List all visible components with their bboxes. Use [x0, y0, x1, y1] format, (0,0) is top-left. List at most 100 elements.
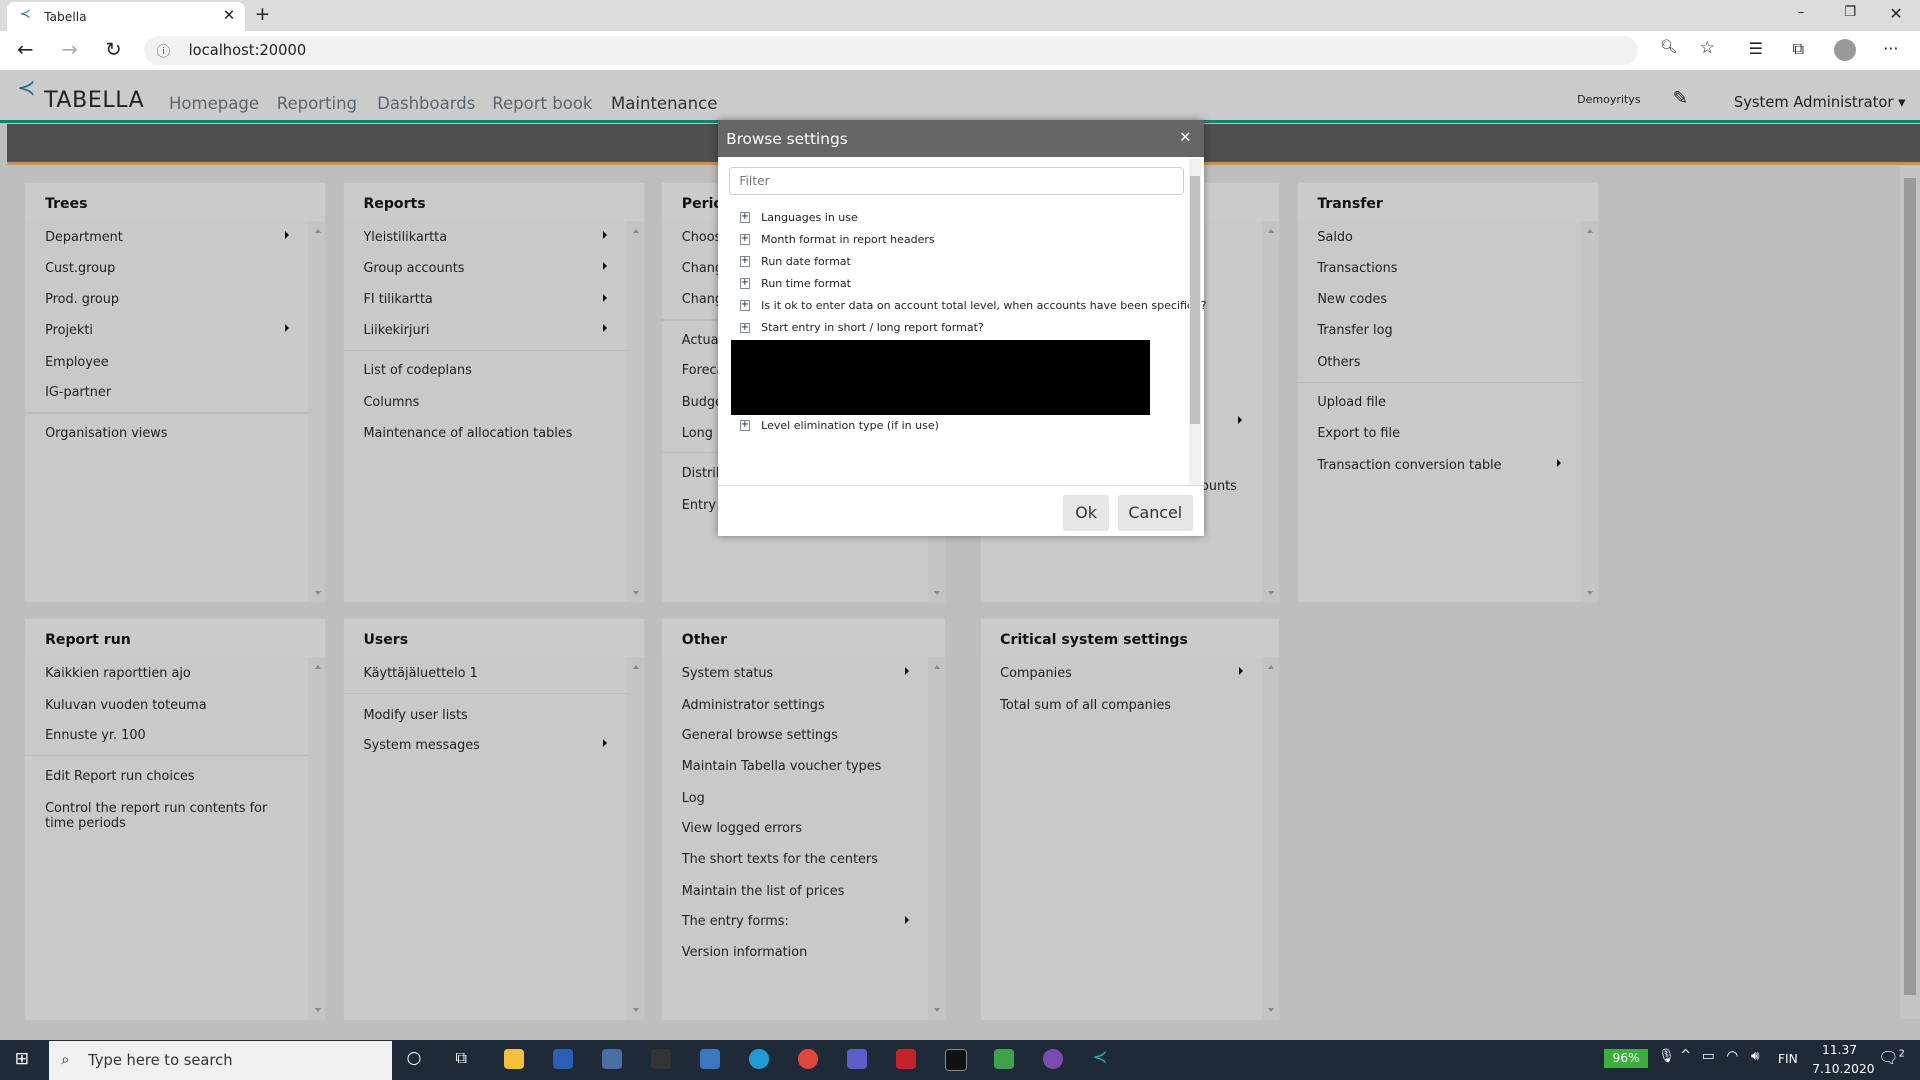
setting-option[interactable]: + Is it ok to enter data on account total… [739, 299, 1207, 312]
teams-icon[interactable] [847, 1049, 867, 1069]
filter-input[interactable] [728, 166, 1184, 196]
logo[interactable]: TABELLA [44, 88, 144, 113]
menu-item[interactable]: View logged errors [682, 821, 802, 836]
new-tab-icon[interactable]: + [255, 4, 270, 25]
menu-item[interactable]: Projekti [45, 323, 93, 338]
menu-item[interactable]: List of codeplans [363, 363, 471, 378]
page-scrollbar[interactable] [1900, 165, 1920, 1019]
menu-item[interactable]: Prod. group [45, 292, 119, 307]
expand-plus-icon[interactable]: + [739, 234, 751, 245]
dialog-scrollbar-thumb[interactable] [1190, 176, 1200, 424]
menu-item[interactable]: Modify user lists [363, 708, 467, 723]
forward-icon[interactable]: → [61, 38, 77, 61]
app-icon[interactable] [602, 1049, 623, 1069]
panel-scrollbar[interactable] [927, 657, 946, 1020]
back-icon[interactable]: ← [17, 38, 33, 61]
menu-item[interactable]: FI tilikartta [363, 292, 432, 307]
nav-homepage[interactable]: Homepage [169, 94, 259, 113]
menu-item[interactable]: Entry [682, 498, 716, 513]
panel-scrollbar[interactable] [626, 657, 644, 1020]
menu-item[interactable]: Ennuste yr. 100 [45, 728, 146, 743]
url-bar[interactable]: ⓘ localhost:20000 [144, 35, 1639, 65]
more-icon[interactable]: ··· [1883, 39, 1898, 58]
menu-item[interactable]: Log [682, 791, 705, 806]
menu-item[interactable]: Kaikkien raporttien ajo [45, 666, 191, 681]
battery-level[interactable]: 96% [1604, 1049, 1649, 1068]
menu-item[interactable]: Total sum of all companies [1000, 698, 1171, 713]
setting-option[interactable]: + Start entry in short / long report form… [739, 321, 984, 334]
user-menu[interactable]: System Administrator ▾ [1734, 94, 1906, 111]
battery-icon[interactable]: ▭ [1702, 1049, 1715, 1064]
panel-scrollbar[interactable] [626, 221, 644, 603]
tabella-taskbar-icon[interactable]: ≺ [1092, 1047, 1107, 1068]
expand-plus-icon[interactable]: + [739, 322, 751, 334]
panel-scrollbar[interactable] [1262, 221, 1280, 603]
expand-plus-icon[interactable]: + [739, 420, 751, 432]
app-icon[interactable] [1043, 1049, 1063, 1069]
menu-item[interactable]: New codes [1317, 292, 1387, 307]
zoom-icon[interactable]: 🔍︎ [1660, 40, 1677, 55]
close-window-icon[interactable]: ✕ [1889, 4, 1902, 23]
menu-item[interactable]: Liikekirjuri [363, 323, 429, 338]
wifi-icon[interactable]: ◠ [1727, 1049, 1739, 1064]
menu-item[interactable]: Kuluvan vuoden toteuma [45, 698, 207, 713]
expand-plus-icon[interactable]: + [739, 278, 751, 290]
favorite-star-icon[interactable]: ☆ [1700, 38, 1715, 58]
edge-icon[interactable] [749, 1049, 769, 1069]
menu-item[interactable]: The entry forms: [682, 914, 789, 929]
menu-item[interactable]: Maintenance of allocation tables [363, 426, 572, 441]
page-scrollbar-thumb[interactable] [1904, 177, 1917, 996]
setting-option[interactable]: + Month format in report headers [739, 233, 935, 246]
collections-icon[interactable]: ⧉ [1793, 39, 1804, 59]
menu-item[interactable]: System status [682, 666, 773, 681]
notepad-icon[interactable] [700, 1049, 720, 1069]
menu-item[interactable]: ounts [1201, 479, 1237, 494]
file-explorer-icon[interactable] [504, 1049, 525, 1069]
menu-item[interactable]: Group accounts [363, 261, 464, 276]
menu-item[interactable]: Saldo [1317, 230, 1353, 245]
menu-item[interactable]: System messages [363, 738, 479, 753]
expand-plus-icon[interactable]: + [739, 300, 751, 312]
setting-option[interactable]: + Run date format [739, 255, 851, 268]
nav-dashboards[interactable]: Dashboards [377, 94, 475, 113]
app-icon[interactable] [896, 1049, 916, 1069]
setting-option[interactable]: + Level elimination type (if in use) [739, 419, 939, 432]
taskbar-search[interactable]: ⌕ Type here to search [48, 1040, 392, 1080]
clock-time[interactable]: 11.37 [1822, 1043, 1857, 1057]
menu-item[interactable]: Control the report run contents for time… [45, 801, 290, 831]
menu-item[interactable]: Employee [45, 355, 109, 370]
microphone-icon[interactable]: 🎙︎ [1658, 1049, 1675, 1064]
cortana-icon[interactable]: ○ [407, 1048, 422, 1068]
close-tab-icon[interactable]: ✕ [223, 7, 235, 24]
menu-item[interactable]: Version information [682, 945, 807, 960]
restore-icon[interactable]: ❐ [1844, 5, 1856, 20]
menu-item[interactable]: Transactions [1317, 261, 1397, 276]
notifications-icon[interactable]: 🗨︎2 [1878, 1048, 1904, 1067]
windows-start-icon[interactable]: ⊞ [15, 1049, 29, 1069]
nav-reporting[interactable]: Reporting [277, 94, 357, 113]
menu-item[interactable]: IG-partner [45, 385, 111, 400]
word-icon[interactable] [553, 1049, 574, 1069]
setting-option[interactable]: + Languages in use [739, 211, 858, 224]
dialog-scrollbar[interactable] [1188, 159, 1202, 485]
chrome-icon[interactable] [798, 1049, 818, 1069]
cancel-button[interactable]: Cancel [1117, 494, 1193, 532]
app-icon[interactable] [994, 1049, 1014, 1069]
menu-item[interactable]: Käyttäjäluettelo 1 [363, 666, 477, 681]
panel-scrollbar[interactable] [1580, 221, 1598, 603]
company-name[interactable]: Demoyritys [1577, 93, 1640, 106]
menu-item[interactable]: Actual [682, 333, 722, 348]
nav-maintenance[interactable]: Maintenance [611, 94, 717, 113]
close-dialog-icon[interactable]: ✕ [1179, 129, 1191, 146]
menu-item[interactable]: Export to file [1317, 426, 1400, 441]
ok-button[interactable]: Ok [1062, 494, 1110, 532]
menu-item[interactable]: Transfer log [1317, 323, 1392, 338]
setting-option[interactable]: + Run time format [739, 277, 851, 290]
menu-item[interactable]: Columns [363, 395, 419, 410]
chevron-up-icon[interactable]: ^ [1680, 1048, 1691, 1063]
menu-item[interactable]: Yleistilikartta [363, 230, 447, 245]
panel-scrollbar[interactable] [1262, 657, 1280, 1020]
edit-pencil-icon[interactable]: ✎ [1673, 88, 1688, 109]
browser-tab[interactable]: ≺ Tabella ✕ [7, 2, 245, 31]
menu-item[interactable]: General browse settings [682, 728, 838, 743]
